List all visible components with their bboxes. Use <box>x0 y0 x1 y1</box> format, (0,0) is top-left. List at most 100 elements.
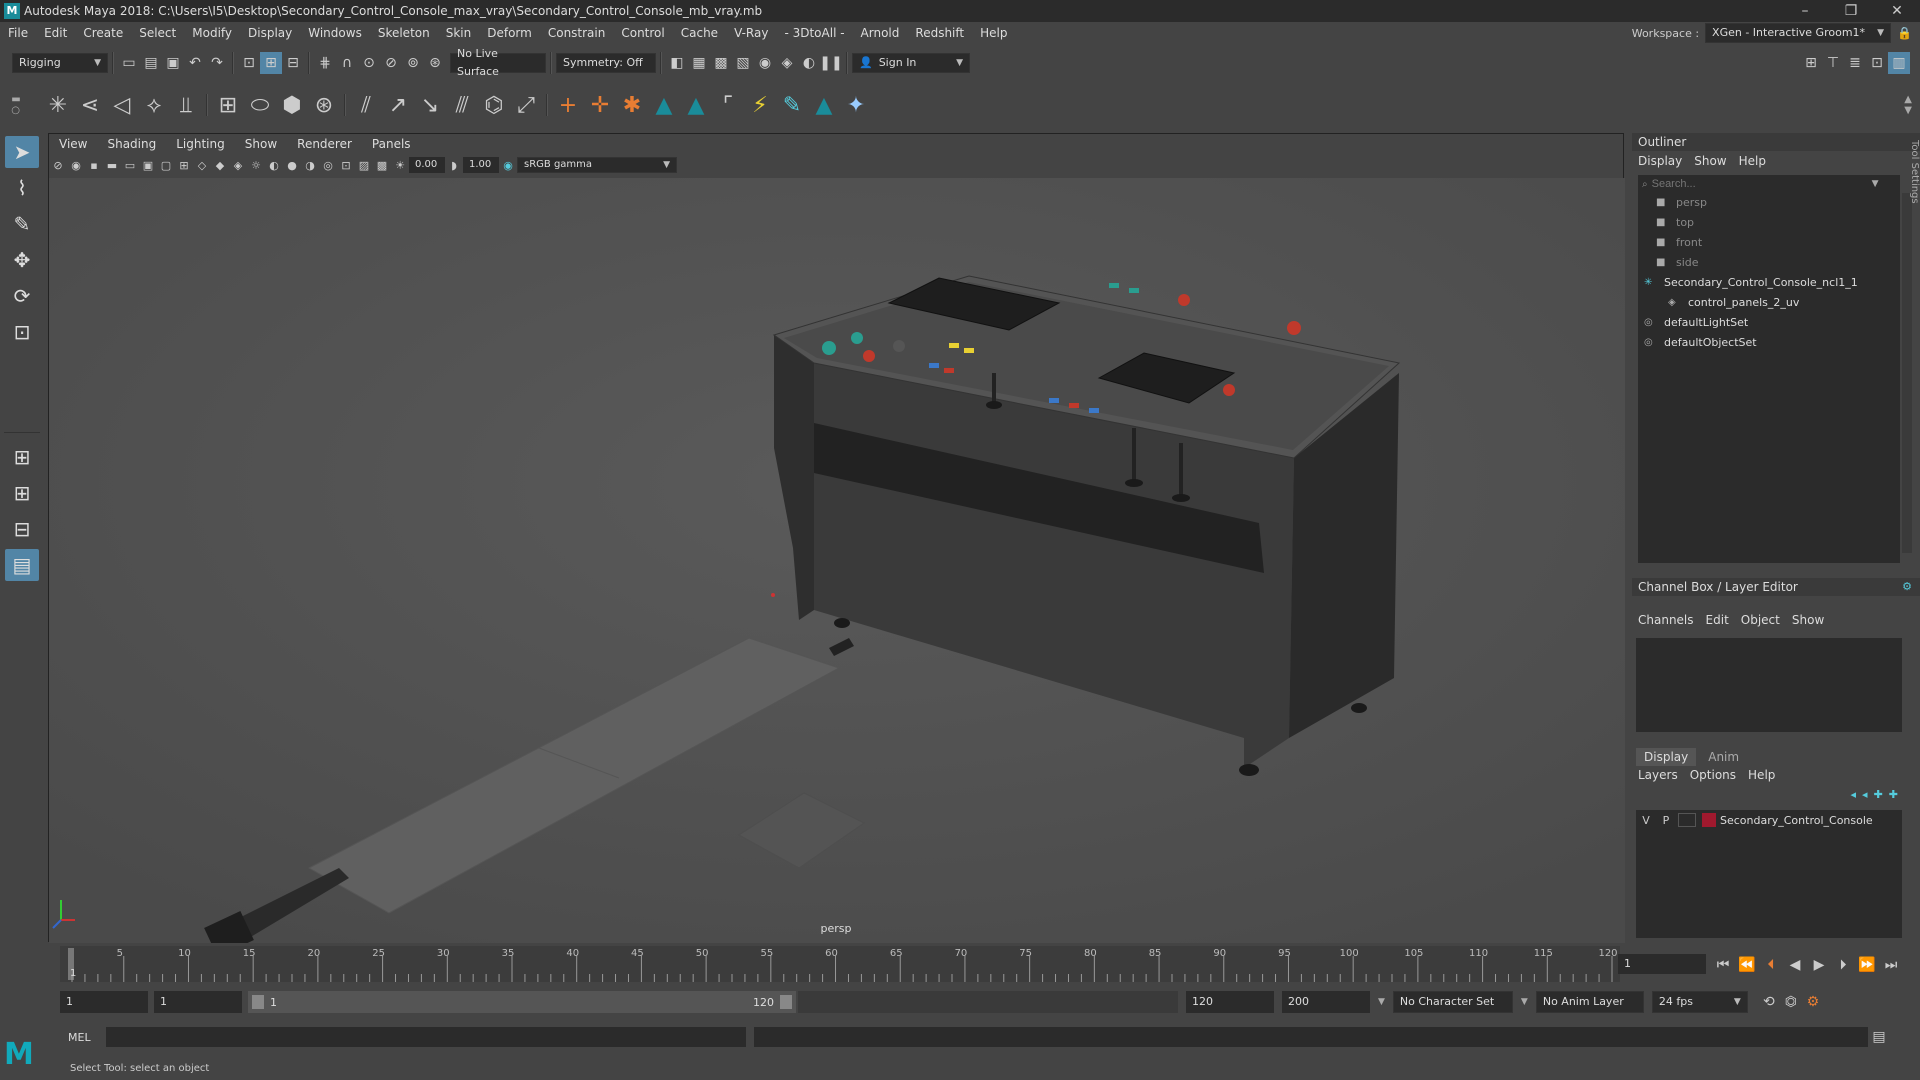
viewport-menu-item[interactable]: Shading <box>97 134 166 154</box>
snap-curve-icon[interactable]: ∩ <box>336 52 358 74</box>
mirror-skin-icon[interactable]: ↘ <box>414 89 446 121</box>
visibility-toggle[interactable]: V <box>1636 814 1656 827</box>
bone-icon[interactable]: ↗ <box>382 89 414 121</box>
character-controls-icon[interactable]: ⊤ <box>1822 52 1844 74</box>
wireframe-icon[interactable]: ◇ <box>193 156 211 174</box>
snap-projected-icon[interactable]: ⊛ <box>424 52 446 74</box>
gate-mask-icon[interactable]: ▢ <box>157 156 175 174</box>
next-key-icon[interactable]: ⏵ <box>1832 954 1854 976</box>
single-pane-icon[interactable]: ⊞ <box>5 441 39 473</box>
anim-layer-dropdown[interactable]: No Anim Layer <box>1535 991 1644 1013</box>
outliner-item[interactable]: ◈ control_panels_2_uv <box>1638 293 1900 313</box>
select-component-icon[interactable]: ⊟ <box>282 52 304 74</box>
anim-tab[interactable]: Anim <box>1696 748 1751 766</box>
paint-icon[interactable]: ✎ <box>776 89 808 121</box>
range-end-handle[interactable] <box>780 995 792 1009</box>
script-language-toggle[interactable]: MEL <box>48 1031 91 1044</box>
move-layer-up-icon[interactable]: ◂ <box>1851 788 1857 801</box>
command-input[interactable] <box>106 1027 746 1047</box>
isolate-select-icon[interactable]: ⊡ <box>337 156 355 174</box>
influence-icon[interactable]: ⌬ <box>478 89 510 121</box>
color-management-icon[interactable]: ◉ <box>499 156 517 174</box>
paint-select-icon[interactable]: ✎ <box>5 208 39 240</box>
channel-box-menu-item[interactable]: Edit <box>1700 610 1735 630</box>
colorspace-dropdown[interactable]: sRGB gamma ▼ <box>517 157 677 173</box>
humanik-icon[interactable]: ✱ <box>616 89 648 121</box>
menu-item[interactable]: Cache <box>673 22 726 44</box>
pin-icon[interactable]: ✦ <box>840 89 872 121</box>
lock-icon[interactable]: 🔒 <box>1897 26 1912 40</box>
blend-shape-icon[interactable]: ⊛ <box>308 89 340 121</box>
viewport-menu-item[interactable]: Renderer <box>287 134 362 154</box>
layer-menu-item[interactable]: Help <box>1742 765 1781 785</box>
cluster-icon[interactable]: ⬭ <box>244 89 276 121</box>
lasso-tool-icon[interactable]: ⌇ <box>5 172 39 204</box>
paint-weights-icon[interactable]: ⤢ <box>510 89 542 121</box>
menu-item[interactable]: Create <box>75 22 131 44</box>
viewport-menu-item[interactable]: Lighting <box>166 134 235 154</box>
select-object-icon[interactable]: ⊞ <box>260 52 282 74</box>
ik-spline-icon[interactable]: ◁ <box>106 89 138 121</box>
search-input[interactable] <box>1651 178 1872 190</box>
wrap-icon[interactable]: ⬢ <box>276 89 308 121</box>
playback-start-field[interactable]: 1 <box>154 991 242 1013</box>
loop-icon[interactable]: ⟲ <box>1758 991 1780 1013</box>
outliner-item[interactable]: ✳ Secondary_Control_Console_ncl1_1 <box>1638 273 1900 293</box>
shelf-options-icon[interactable]: ▬ ○ <box>6 94 26 116</box>
undo-icon[interactable]: ↶ <box>184 52 206 74</box>
channel-box-menu-item[interactable]: Channels <box>1632 610 1700 630</box>
smooth-shade-icon[interactable]: ◆ <box>211 156 229 174</box>
menu-item[interactable]: - 3DtoAll - <box>776 22 852 44</box>
select-tool-icon[interactable]: ➤ <box>5 136 39 168</box>
outliner-item[interactable]: ■ persp <box>1638 193 1900 213</box>
sign-in-dropdown[interactable]: 👤 Sign In ▼ <box>852 53 970 73</box>
redshift-render-icon[interactable]: ◐ <box>798 52 820 74</box>
channel-box-menu-item[interactable]: Show <box>1786 610 1830 630</box>
outliner-menu-item[interactable]: Help <box>1733 151 1772 171</box>
bookmark-icon[interactable]: ▪ <box>85 156 103 174</box>
set-driven-key-icon[interactable]: ⚡ <box>744 89 776 121</box>
orient-joint-icon[interactable]: ⫫ <box>170 89 202 121</box>
move-tool-icon[interactable]: ✥ <box>5 244 39 276</box>
lattice-icon[interactable]: ⊞ <box>212 89 244 121</box>
fps-dropdown[interactable]: 24 fps ▼ <box>1651 991 1748 1013</box>
outliner-item[interactable]: ◎ defaultObjectSet <box>1638 333 1900 353</box>
shelf-scroll-icon[interactable]: ▲ ▼ <box>1904 94 1920 116</box>
antialias-icon[interactable]: ◎ <box>319 156 337 174</box>
channel-box-menu-item[interactable]: Object <box>1735 610 1786 630</box>
pole-vector-icon[interactable]: ▲ <box>680 89 712 121</box>
playback-toggle[interactable]: P <box>1656 814 1676 827</box>
scene-start-field[interactable]: 1 <box>60 991 148 1013</box>
channel-box-options-icon[interactable]: ⚙ <box>1902 578 1920 596</box>
range-track[interactable] <box>798 991 1178 1013</box>
four-pane-icon[interactable]: ⊞ <box>5 477 39 509</box>
channel-box-icon[interactable]: ▥ <box>1888 52 1910 74</box>
outliner-layout-icon[interactable]: ▤ <box>5 549 39 581</box>
prev-key-icon[interactable]: ⏴ <box>1760 954 1782 976</box>
new-scene-icon[interactable]: ▭ <box>118 52 140 74</box>
arnold-render-icon[interactable]: ◈ <box>776 52 798 74</box>
layer-color-swatch[interactable] <box>1702 813 1716 827</box>
new-layer-icon[interactable]: ✚ <box>1874 788 1883 801</box>
outliner-search[interactable]: ⌕ ▼ <box>1638 175 1900 193</box>
outliner-item[interactable]: ■ top <box>1638 213 1900 233</box>
minimize-button[interactable]: – <box>1782 3 1828 19</box>
display-tab[interactable]: Display <box>1636 748 1697 766</box>
chevron-down-icon[interactable]: ▼ <box>1872 179 1879 189</box>
snap-grid-icon[interactable]: ⋕ <box>314 52 336 74</box>
anim-prefs-icon[interactable]: ⚙ <box>1802 991 1824 1013</box>
layer-menu-item[interactable]: Options <box>1684 765 1742 785</box>
menu-item[interactable]: Edit <box>36 22 75 44</box>
exposure-field[interactable]: 0.00 <box>409 157 445 173</box>
open-scene-icon[interactable]: ▤ <box>140 52 162 74</box>
menu-item[interactable]: V-Ray <box>726 22 776 44</box>
snap-view-icon[interactable]: ⊘ <box>380 52 402 74</box>
snap-surface-icon[interactable]: ⊚ <box>402 52 424 74</box>
menu-item[interactable]: Help <box>972 22 1015 44</box>
step-forward-icon[interactable]: ⏩ <box>1856 954 1878 976</box>
menu-item[interactable]: File <box>0 22 36 44</box>
aim-constraint-icon[interactable]: ▲ <box>648 89 680 121</box>
save-scene-icon[interactable]: ▣ <box>162 52 184 74</box>
menu-item[interactable]: Skeleton <box>370 22 438 44</box>
display-type-toggle[interactable] <box>1678 813 1696 827</box>
